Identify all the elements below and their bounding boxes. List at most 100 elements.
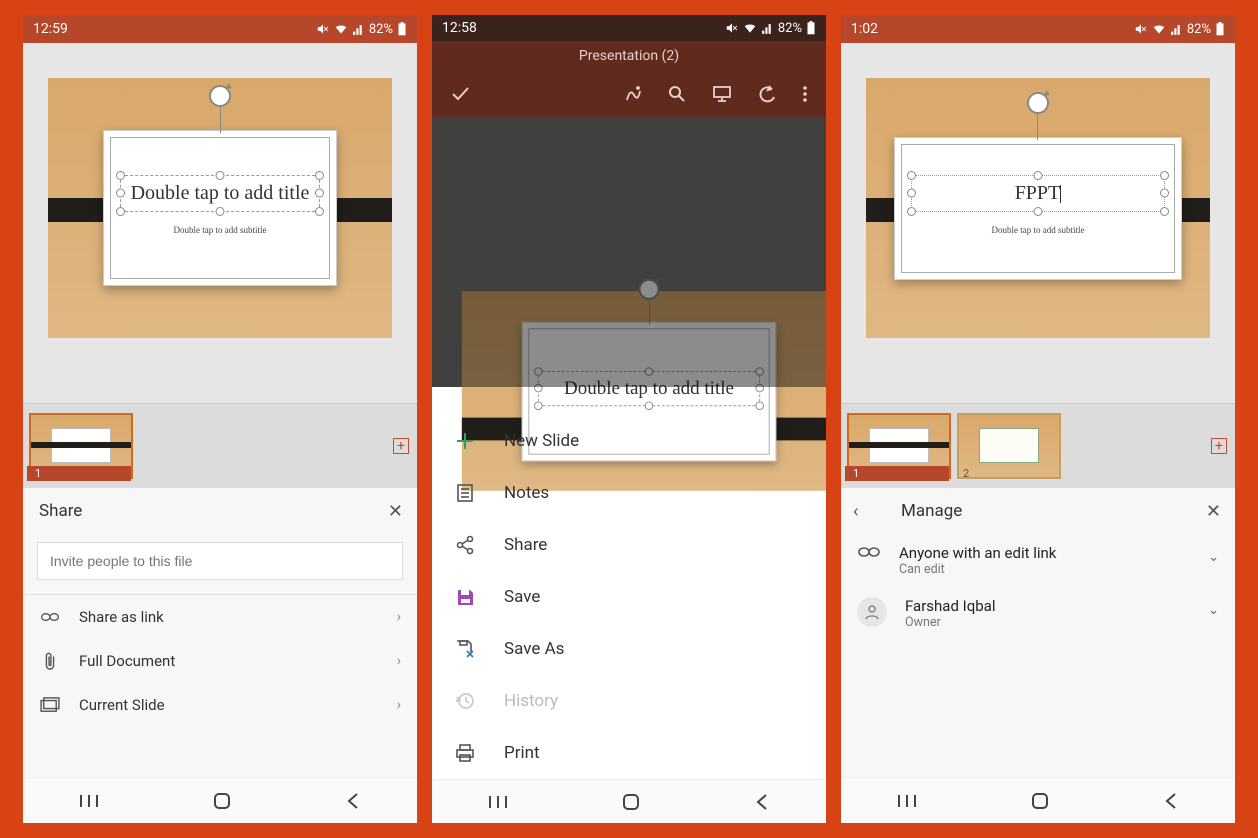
app-toolbar: Presentation (2): [432, 41, 826, 117]
link-icon: [857, 544, 881, 560]
clock: 12:58: [442, 20, 477, 36]
status-bar: 1:02 82%: [841, 15, 1235, 43]
rotate-handle[interactable]: [639, 279, 660, 325]
notes-row[interactable]: Notes: [432, 467, 826, 519]
phone-share: 12:59 82% Double tap to add title: [23, 15, 417, 823]
status-icons: 82%: [725, 21, 816, 36]
share-panel: Share ✕ Share as link › Full Document ›: [23, 487, 417, 777]
search-icon[interactable]: [668, 85, 686, 103]
present-icon[interactable]: [712, 85, 732, 103]
subtitle-placeholder: Double tap to add subtitle: [992, 225, 1085, 235]
full-document-label: Full Document: [79, 652, 175, 670]
share-as-link-label: Share as link: [79, 608, 164, 626]
add-slide-button[interactable]: +: [393, 438, 409, 454]
thumb-number: 1: [27, 466, 131, 481]
close-icon[interactable]: ✕: [1206, 501, 1221, 522]
battery-icon: [806, 21, 816, 35]
save-label: Save: [504, 587, 540, 607]
thumb-number: 1: [845, 466, 949, 481]
invite-row: [23, 534, 417, 595]
mute-icon: [1134, 22, 1148, 36]
phone-manage: 1:02 82% FPPT: [841, 15, 1235, 823]
undo-icon[interactable]: [758, 85, 776, 103]
chevron-down-icon[interactable]: ⌄: [1208, 603, 1219, 618]
chevron-right-icon: ›: [397, 653, 401, 669]
recents-button[interactable]: [79, 793, 99, 809]
title-text: FPPT: [1015, 182, 1061, 204]
share-options: Share as link › Full Document › Current …: [23, 595, 417, 727]
thumbnail-strip[interactable]: FPPT 1 2 +: [841, 403, 1235, 487]
slide-card: FPPT Double tap to add subtitle: [894, 137, 1183, 280]
manage-link-row[interactable]: Anyone with an edit link Can edit ⌄: [841, 534, 1235, 587]
save-icon: [454, 587, 476, 607]
thumbnail-strip[interactable]: 1 +: [23, 403, 417, 487]
more-icon[interactable]: [802, 85, 808, 103]
add-slide-button[interactable]: +: [1211, 438, 1227, 454]
back-button[interactable]: [754, 793, 770, 811]
status-icons: 82%: [1134, 22, 1225, 37]
rotate-handle[interactable]: [209, 85, 231, 133]
android-navbar: [841, 777, 1235, 823]
chevron-down-icon[interactable]: ⌄: [1208, 550, 1219, 565]
full-document-row[interactable]: Full Document ›: [23, 639, 417, 683]
title-placeholder: Double tap to add title: [131, 182, 310, 204]
chevron-right-icon: ›: [397, 697, 401, 713]
slide-card: Double tap to add title Double tap to ad…: [103, 130, 337, 286]
signal-icon: [352, 23, 365, 36]
save-row[interactable]: Save: [432, 571, 826, 623]
recents-button[interactable]: [488, 794, 508, 810]
bottom-sheet-menu: New Slide Notes Share Save Save As Histo…: [432, 387, 826, 779]
title-textbox[interactable]: FPPT: [911, 175, 1166, 212]
subtitle-textbox[interactable]: Double tap to add subtitle: [911, 218, 1166, 242]
title-textbox[interactable]: Double tap to add title: [538, 371, 760, 406]
battery-percent: 82%: [778, 21, 802, 36]
doc-title-row: Presentation (2): [432, 41, 826, 71]
wifi-icon: [334, 22, 348, 36]
manage-panel: ‹ Manage ✕ Anyone with an edit link Can …: [841, 487, 1235, 777]
back-button[interactable]: [1163, 792, 1179, 810]
slide-canvas[interactable]: FPPT Double tap to add subtitle: [841, 43, 1235, 403]
manage-owner-row[interactable]: Farshad Iqbal Owner ⌄: [841, 587, 1235, 640]
slide-preview: Double tap to add title Double tap to ad…: [48, 78, 392, 338]
chevron-right-icon: ›: [397, 609, 401, 625]
done-icon[interactable]: [450, 84, 470, 104]
notes-label: Notes: [504, 483, 549, 503]
subtitle-textbox[interactable]: Double tap to add subtitle: [120, 218, 320, 242]
share-as-link-row[interactable]: Share as link ›: [23, 595, 417, 639]
back-button[interactable]: [345, 792, 361, 810]
current-slide-label: Current Slide: [79, 696, 165, 714]
print-icon: [454, 743, 476, 763]
owner-primary: Farshad Iqbal: [905, 597, 995, 615]
thumb-number: 2: [955, 466, 1059, 481]
rotate-handle[interactable]: [1027, 92, 1049, 140]
slide-canvas[interactable]: Double tap to add title Double tap to ad…: [23, 43, 417, 403]
print-row[interactable]: Print: [432, 727, 826, 779]
history-row: History: [432, 675, 826, 727]
new-slide-row[interactable]: New Slide: [432, 415, 826, 467]
home-button[interactable]: [1030, 791, 1050, 811]
title-placeholder: Double tap to add title: [564, 378, 734, 399]
battery-percent: 82%: [1187, 22, 1211, 37]
close-icon[interactable]: ✕: [388, 501, 403, 522]
slide-preview: FPPT Double tap to add subtitle: [866, 78, 1210, 338]
status-bar: 12:59 82%: [23, 15, 417, 43]
link-primary: Anyone with an edit link: [899, 544, 1056, 562]
link-secondary: Can edit: [899, 562, 1056, 577]
invite-input[interactable]: [37, 542, 403, 580]
save-as-row[interactable]: Save As: [432, 623, 826, 675]
battery-icon: [397, 22, 407, 36]
clock: 1:02: [851, 21, 878, 37]
home-button[interactable]: [212, 791, 232, 811]
back-icon[interactable]: ‹: [853, 501, 858, 522]
avatar: [857, 597, 887, 627]
recents-button[interactable]: [897, 793, 917, 809]
home-button[interactable]: [621, 792, 641, 812]
draw-icon[interactable]: [624, 85, 642, 103]
share-row[interactable]: Share: [432, 519, 826, 571]
wifi-icon: [1152, 22, 1166, 36]
print-label: Print: [504, 743, 540, 763]
current-slide-row[interactable]: Current Slide ›: [23, 683, 417, 727]
title-textbox[interactable]: Double tap to add title: [120, 175, 320, 212]
share-header: Share ✕: [23, 488, 417, 534]
android-navbar: [23, 777, 417, 823]
